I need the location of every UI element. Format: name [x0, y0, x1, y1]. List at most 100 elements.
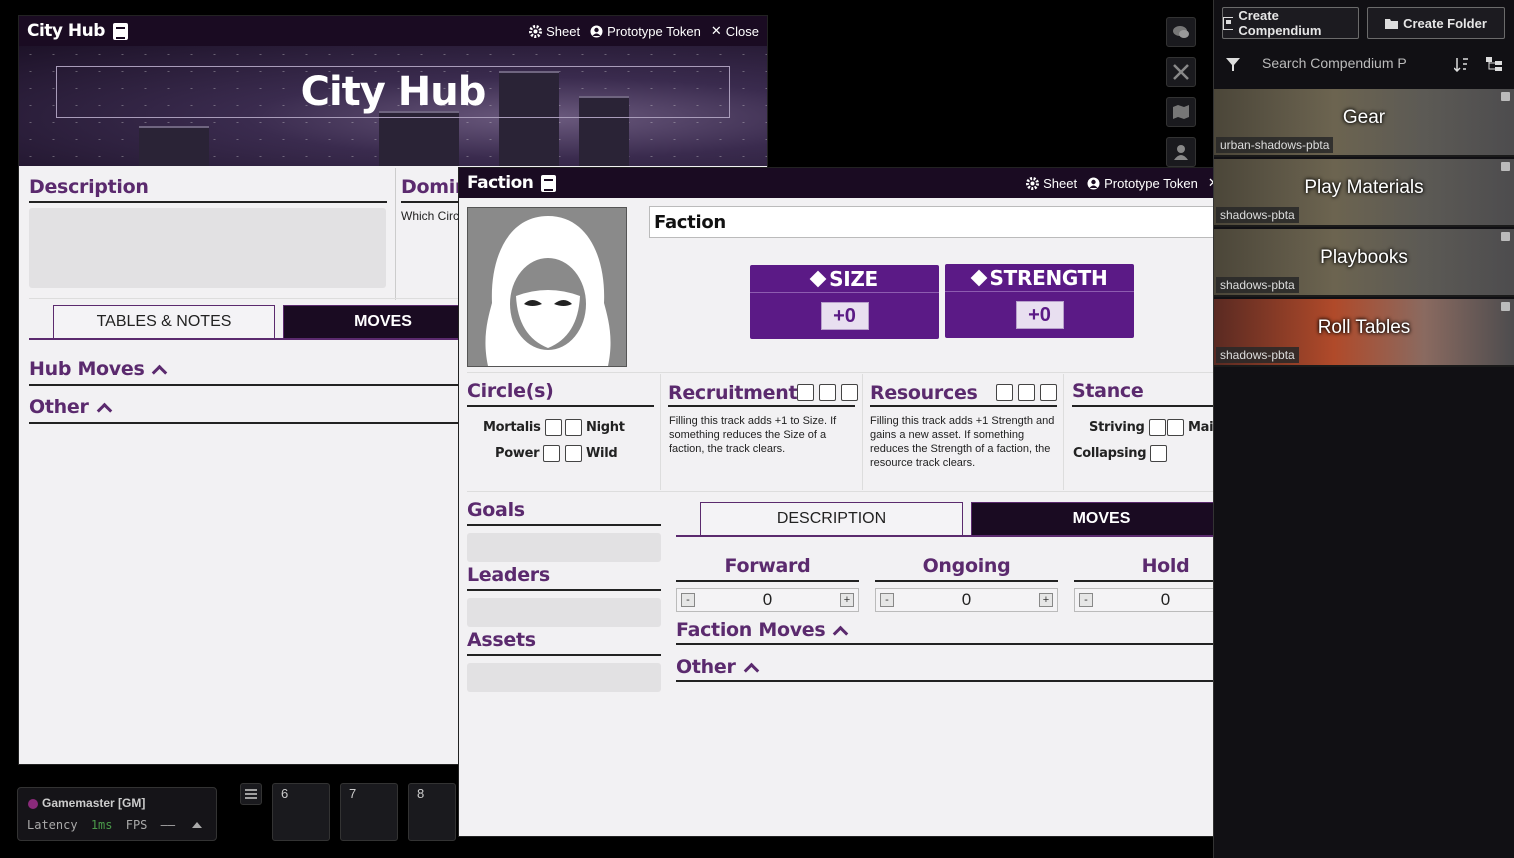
tab-description[interactable]: DESCRIPTION — [700, 502, 963, 536]
tab-tables-notes[interactable]: TABLES & NOTES — [53, 305, 275, 339]
sheet-button[interactable]: Sheet — [529, 23, 580, 39]
ongoing-value[interactable]: 0 — [962, 590, 971, 610]
description-editor[interactable] — [29, 208, 386, 288]
faction-moves-section[interactable]: Faction Moves + — [676, 617, 1257, 645]
size-value[interactable]: +0 — [820, 302, 869, 330]
chevron-up-icon[interactable] — [152, 364, 168, 381]
forward-plus-button[interactable]: + — [840, 593, 854, 607]
circle-night[interactable]: Night — [565, 419, 625, 436]
faction-name: Faction — [654, 211, 726, 233]
create-folder-button[interactable]: Create Folder — [1367, 7, 1505, 39]
create-compendium-button[interactable]: Create Compendium — [1222, 7, 1359, 39]
circle-mortalis-label: Mortalis — [483, 420, 541, 435]
close-label: Close — [725, 23, 759, 39]
resources-track-box[interactable] — [1040, 384, 1057, 401]
resources-track-box[interactable] — [996, 384, 1013, 401]
recruitment-header: Recruitment — [668, 380, 859, 407]
compendium-pack-playbooks[interactable]: Playbooks shadows-pbta — [1214, 229, 1514, 297]
stance-collapsing-checkbox[interactable] — [1150, 445, 1168, 462]
compendium-pack-roll-tables[interactable]: Roll Tables shadows-pbta — [1214, 299, 1514, 367]
hold-value[interactable]: 0 — [1161, 590, 1170, 610]
compendium-sidebar: Create Compendium Create Folder Search C… — [1213, 0, 1514, 858]
document-id-icon[interactable] — [112, 22, 128, 40]
window-titlebar[interactable]: City Hub Sheet Prototype Token ✕ Close — [19, 16, 767, 46]
actor-name: City Hub — [300, 69, 487, 115]
forward-heading: Forward — [676, 555, 859, 582]
actor-name-field[interactable]: City Hub — [56, 66, 730, 118]
window-titlebar[interactable]: Faction Sheet Prototype Token ✕Close — [459, 168, 1264, 198]
close-button[interactable]: ✕Close — [711, 23, 759, 39]
size-stat: SIZE +0 — [750, 265, 939, 339]
ongoing-plus-button[interactable]: + — [1039, 593, 1053, 607]
sheet-label: Sheet — [546, 23, 581, 39]
stance-collapsing-label: Collapsing — [1073, 446, 1147, 461]
hold-minus-button[interactable]: - — [1079, 593, 1093, 607]
forward-value[interactable]: 0 — [763, 590, 772, 610]
gear-icon — [529, 24, 543, 38]
circle-power-checkbox[interactable] — [543, 445, 561, 462]
chevron-up-icon[interactable] — [833, 625, 849, 641]
collapse-folders-icon[interactable] — [1486, 57, 1502, 71]
circle-mortalis[interactable]: Mortalis — [483, 419, 562, 436]
resources-track-box[interactable] — [1018, 384, 1035, 401]
circle-mortalis-checkbox[interactable] — [544, 419, 562, 436]
faction-window: Faction Sheet Prototype Token ✕Close Fac… — [458, 167, 1265, 837]
circle-night-checkbox[interactable] — [565, 419, 582, 436]
sheet-button[interactable]: Sheet — [1026, 175, 1077, 191]
recruitment-track-box[interactable] — [819, 384, 837, 401]
tab-moves[interactable]: MOVES — [283, 305, 483, 339]
latency-label: Latency — [27, 818, 78, 832]
prototype-token-button[interactable]: Prototype Token — [1087, 175, 1198, 191]
prototype-token-button[interactable]: Prototype Token — [590, 23, 701, 39]
faction-portrait[interactable] — [467, 207, 627, 367]
circle-night-label: Night — [586, 420, 625, 435]
hotbar-menu-icon[interactable] — [240, 783, 262, 805]
sort-icon[interactable] — [1454, 57, 1470, 72]
tab-moves[interactable]: MOVES — [971, 502, 1232, 536]
search-compendium-input[interactable]: Search Compendium P — [1262, 55, 1412, 75]
hotbar-slot[interactable]: 8 — [408, 783, 456, 841]
gear-icon — [1026, 176, 1040, 190]
stance-collapsing[interactable]: Collapsing — [1073, 445, 1168, 462]
circle-power[interactable]: Power — [495, 445, 561, 462]
folder-icon — [1385, 18, 1399, 29]
document-id-icon[interactable] — [541, 174, 557, 192]
latency-readout: Latency 1ms FPS —— — [27, 818, 175, 832]
filter-icon[interactable] — [1226, 58, 1240, 72]
pack-name: Roll Tables — [1317, 317, 1411, 338]
compendium-pack-gear[interactable]: Gear urban-shadows-pbta — [1214, 89, 1514, 157]
stance-striving[interactable]: Striving — [1089, 419, 1166, 436]
actors-icon[interactable] — [1166, 137, 1196, 167]
assets-heading: Assets — [467, 629, 661, 656]
scenes-icon[interactable] — [1166, 97, 1196, 127]
chat-icon[interactable] — [1166, 17, 1196, 47]
faction-name-input[interactable]: Faction — [649, 206, 1246, 238]
combat-icon[interactable] — [1166, 57, 1196, 87]
chevron-up-icon[interactable] — [96, 402, 112, 419]
recruitment-track-box[interactable] — [797, 384, 815, 401]
assets-editor[interactable] — [467, 663, 661, 692]
strength-value[interactable]: +0 — [1015, 301, 1064, 329]
sheet-label: Sheet — [1043, 175, 1078, 191]
forward-minus-button[interactable]: - — [681, 593, 695, 607]
other-moves-section[interactable]: Other + — [676, 654, 1257, 682]
hotbar-slot[interactable]: 6 — [272, 783, 330, 841]
recruitment-track-box[interactable] — [841, 384, 859, 401]
goals-editor[interactable] — [467, 533, 661, 562]
leaders-editor[interactable] — [467, 598, 661, 627]
stance-maintaining-checkbox[interactable] — [1167, 419, 1184, 436]
ongoing-minus-button[interactable]: - — [880, 593, 894, 607]
chevron-up-icon[interactable] — [743, 662, 759, 678]
hotbar-slot[interactable]: 7 — [340, 783, 398, 841]
pack-source: shadows-pbta — [1216, 347, 1299, 363]
cube-icon — [809, 270, 827, 287]
players-panel[interactable]: Gamemaster [GM] Latency 1ms FPS —— — [17, 787, 217, 841]
circle-wild-checkbox[interactable] — [565, 445, 582, 462]
user-circle-icon — [1087, 177, 1100, 189]
expand-icon[interactable] — [192, 822, 202, 828]
hub-moves-section[interactable]: Hub Moves — [29, 358, 479, 386]
compendium-pack-play-materials[interactable]: Play Materials shadows-pbta — [1214, 159, 1514, 227]
other-section[interactable]: Other — [29, 396, 479, 424]
stance-striving-checkbox[interactable] — [1148, 419, 1166, 436]
circle-wild[interactable]: Wild — [565, 445, 618, 462]
